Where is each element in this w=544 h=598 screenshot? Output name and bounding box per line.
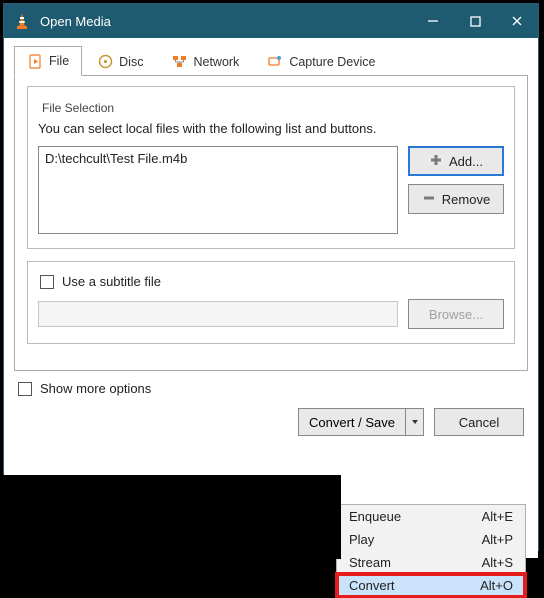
minus-icon	[422, 191, 436, 208]
subtitle-fieldset: Use a subtitle file Browse...	[27, 261, 515, 344]
footer: Convert / Save Cancel	[4, 396, 538, 436]
window-title: Open Media	[40, 14, 412, 29]
dropdown-item-enqueue[interactable]: Enqueue Alt+E	[337, 505, 525, 528]
minimize-button[interactable]	[412, 4, 454, 38]
show-more-options-label: Show more options	[40, 381, 151, 396]
remove-button-label: Remove	[442, 192, 490, 207]
tab-disc[interactable]: Disc	[84, 46, 156, 76]
plus-icon	[429, 153, 443, 170]
tab-capture-device[interactable]: Capture Device	[254, 46, 388, 76]
vlc-cone-icon	[12, 11, 32, 31]
open-media-window: Open Media File	[3, 3, 539, 551]
dropdown-convert-shortcut: Alt+O	[480, 578, 513, 593]
convert-save-button[interactable]: Convert / Save	[298, 408, 406, 436]
dropdown-enqueue-shortcut: Alt+E	[482, 509, 513, 524]
use-subtitle-checkbox[interactable]	[40, 275, 54, 289]
dropdown-enqueue-label: Enqueue	[349, 509, 401, 524]
use-subtitle-label: Use a subtitle file	[62, 274, 161, 289]
tab-disc-label: Disc	[119, 55, 143, 69]
dropdown-stream-shortcut: Alt+S	[482, 555, 513, 570]
browse-button-label: Browse...	[429, 307, 483, 322]
file-tab-icon	[27, 53, 43, 69]
maximize-button[interactable]	[454, 4, 496, 38]
add-button-label: Add...	[449, 154, 483, 169]
show-more-options-checkbox[interactable]	[18, 382, 32, 396]
tab-file-label: File	[49, 54, 69, 68]
browse-button: Browse...	[408, 299, 504, 329]
show-more-options-row: Show more options	[18, 381, 538, 396]
close-button[interactable]	[496, 4, 538, 38]
dropdown-play-label: Play	[349, 532, 374, 547]
convert-save-dropdown-menu: Enqueue Alt+E Play Alt+P Stream Alt+S Co…	[336, 504, 526, 598]
file-selection-fieldset: File Selection You can select local file…	[27, 86, 515, 249]
dropdown-stream-label: Stream	[349, 555, 391, 570]
convert-save-split-button: Convert / Save	[298, 408, 424, 436]
tab-network-label: Network	[193, 55, 239, 69]
dropdown-item-convert[interactable]: Convert Alt+O	[337, 574, 525, 597]
tabs: File Disc Network Capture Device	[14, 46, 538, 76]
file-list-item[interactable]: D:\techcult\Test File.m4b	[45, 151, 391, 166]
convert-save-dropdown-arrow[interactable]	[406, 408, 424, 436]
tab-file[interactable]: File	[14, 46, 82, 76]
dropdown-item-play[interactable]: Play Alt+P	[337, 528, 525, 551]
capture-device-icon	[267, 54, 283, 70]
background-strip	[3, 475, 341, 559]
add-button[interactable]: Add...	[408, 146, 504, 176]
titlebar: Open Media	[4, 4, 538, 38]
dropdown-play-shortcut: Alt+P	[482, 532, 513, 547]
file-list[interactable]: D:\techcult\Test File.m4b	[38, 146, 398, 234]
remove-button[interactable]: Remove	[408, 184, 504, 214]
file-selection-instructions: You can select local files with the foll…	[38, 121, 504, 136]
dropdown-convert-label: Convert	[349, 578, 395, 593]
file-selection-legend: File Selection	[38, 101, 118, 115]
subtitle-path-input	[38, 301, 398, 327]
dropdown-item-stream[interactable]: Stream Alt+S	[337, 551, 525, 574]
tab-capture-label: Capture Device	[289, 55, 375, 69]
network-icon	[171, 54, 187, 70]
cancel-button-label: Cancel	[459, 415, 499, 430]
disc-icon	[97, 54, 113, 70]
tab-network[interactable]: Network	[158, 46, 252, 76]
convert-save-label: Convert / Save	[309, 415, 395, 430]
tab-panel: File Selection You can select local file…	[14, 75, 528, 371]
cancel-button[interactable]: Cancel	[434, 408, 524, 436]
